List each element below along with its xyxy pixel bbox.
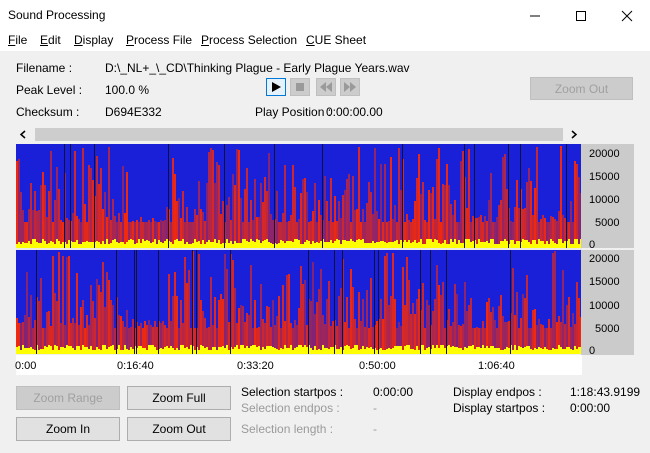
- time-tick: 0:16:40: [117, 360, 154, 372]
- time-tick: 0:50:00: [359, 360, 396, 372]
- y-tick: 10000: [589, 194, 620, 206]
- close-icon: [621, 10, 633, 21]
- display-endpos-label: Display endpos :: [453, 385, 542, 399]
- y-tick: 15000: [589, 276, 620, 288]
- menu-file[interactable]: File: [8, 33, 27, 47]
- stop-icon: [296, 83, 304, 91]
- y-tick: 5000: [595, 217, 620, 229]
- checksum-label: Checksum :: [16, 105, 80, 119]
- zoom-out-top-button[interactable]: Zoom Out: [530, 77, 633, 100]
- play-button[interactable]: [266, 78, 286, 96]
- rewind-icon: [320, 82, 332, 92]
- menu-process-file[interactable]: Process File: [126, 33, 192, 47]
- peak-level-value: 100.0 %: [105, 83, 150, 97]
- y-tick: 10000: [589, 300, 620, 312]
- close-button[interactable]: [604, 0, 650, 31]
- filename-label: Filename :: [16, 61, 73, 75]
- minimize-icon: [530, 15, 540, 16]
- stop-button[interactable]: [290, 78, 310, 96]
- minimize-button[interactable]: [512, 0, 558, 31]
- checksum-value: D694E332: [105, 105, 162, 119]
- y-tick: 15000: [589, 171, 620, 183]
- selection-endpos-label: Selection endpos :: [241, 401, 340, 415]
- time-tick: 0:33:20: [237, 360, 274, 372]
- maximize-icon: [576, 10, 586, 21]
- y-tick: 20000: [589, 148, 620, 160]
- selection-length-value: -: [373, 422, 377, 436]
- display-startpos-label: Display startpos :: [453, 401, 546, 415]
- menu-process-selection[interactable]: Process Selection: [201, 33, 297, 47]
- frequency-axis-channel-2: 20000 15000 10000 5000 0: [581, 250, 634, 354]
- selection-length-label: Selection length :: [241, 422, 334, 436]
- play-position-label: Play Position :: [255, 105, 332, 119]
- zoom-in-button[interactable]: Zoom In: [16, 417, 120, 441]
- fast-forward-button[interactable]: [340, 78, 360, 96]
- selection-startpos-label: Selection startpos :: [241, 385, 344, 399]
- frequency-axis-channel-1: 20000 15000 10000 5000 0: [581, 144, 634, 248]
- display-endpos-value: 1:18:43.9199: [570, 385, 641, 399]
- rewind-button[interactable]: [316, 78, 336, 96]
- scrollbar-thumb[interactable]: [35, 128, 563, 141]
- display-startpos-value: 0:00:00: [570, 401, 611, 415]
- zoom-range-button[interactable]: Zoom Range: [16, 386, 120, 410]
- menu-edit[interactable]: Edit: [40, 33, 61, 47]
- fast-forward-icon: [344, 82, 356, 92]
- play-position-value: 0:00:00.00: [326, 105, 383, 119]
- selection-startpos-value: 0:00:00: [373, 385, 414, 399]
- chevron-right-icon[interactable]: [569, 128, 579, 144]
- channel-divider: [16, 248, 582, 250]
- y-tick: 20000: [589, 253, 620, 265]
- spectrogram-channel-1[interactable]: [16, 144, 581, 248]
- y-tick: 0: [589, 239, 596, 248]
- time-tick: 0:00: [15, 360, 37, 372]
- play-icon: [272, 82, 281, 92]
- y-tick: 0: [589, 345, 596, 354]
- selection-endpos-value: -: [373, 401, 377, 415]
- zoom-out-button[interactable]: Zoom Out: [127, 417, 231, 441]
- zoom-full-button[interactable]: Zoom Full: [127, 386, 231, 410]
- maximize-button[interactable]: [558, 0, 604, 31]
- window-title: Sound Processing: [8, 8, 106, 22]
- menu-display[interactable]: Display: [74, 33, 113, 47]
- filename-value: D:\_NL+_\_CD\Thinking Plague - Early Pla…: [105, 61, 410, 75]
- spectrogram-channel-2[interactable]: [16, 250, 581, 354]
- y-tick: 5000: [595, 323, 620, 335]
- time-tick: 1:06:40: [478, 360, 515, 372]
- peak-level-label: Peak Level :: [16, 83, 83, 97]
- chevron-left-icon[interactable]: [18, 128, 28, 144]
- menu-cue-sheet[interactable]: CUE Sheet: [306, 33, 366, 47]
